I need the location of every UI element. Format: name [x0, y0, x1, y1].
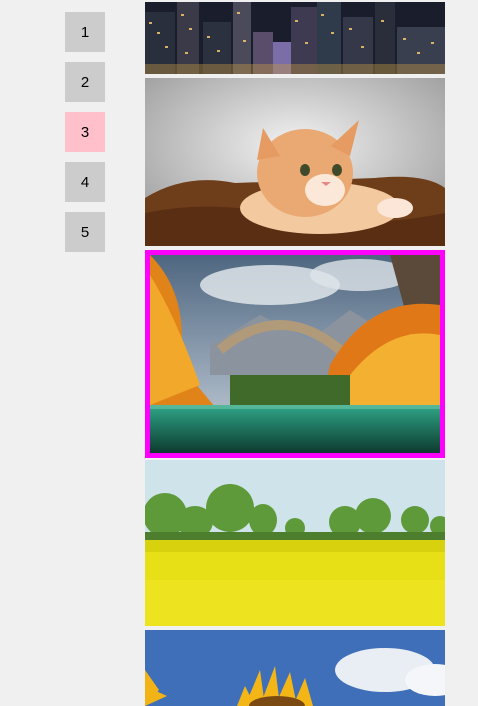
- sunflowers-image: [145, 630, 445, 706]
- nav-button-2[interactable]: 2: [65, 62, 105, 102]
- gallery-image-city[interactable]: [145, 2, 445, 74]
- city-night-image: [145, 2, 445, 74]
- gallery-image-autumn-bridge[interactable]: [145, 250, 445, 458]
- nav-button-3[interactable]: 3: [65, 112, 105, 152]
- nav-button-5[interactable]: 5: [65, 212, 105, 252]
- gallery-image-rapeseed-field[interactable]: [145, 460, 445, 626]
- autumn-bridge-image: [150, 255, 440, 453]
- page: 1 2 3 4 5: [0, 0, 478, 706]
- nav-button-1[interactable]: 1: [65, 12, 105, 52]
- rapeseed-field-image: [145, 460, 445, 626]
- gallery-image-kitten[interactable]: [145, 78, 445, 246]
- kitten-image: [145, 78, 445, 246]
- gallery-image-sunflowers[interactable]: [145, 630, 445, 706]
- nav-button-4[interactable]: 4: [65, 162, 105, 202]
